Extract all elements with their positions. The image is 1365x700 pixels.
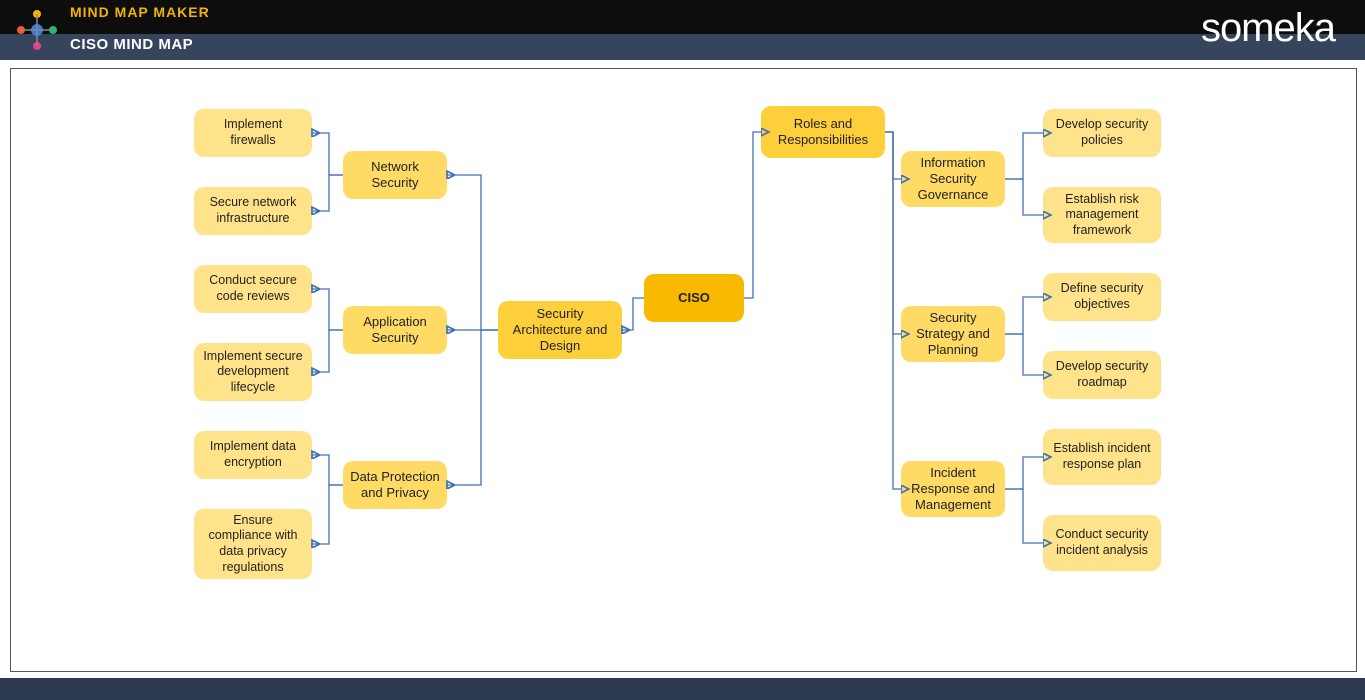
leaf-node[interactable]: Implement firewalls [194, 109, 312, 157]
leaf-node[interactable]: Develop security roadmap [1043, 351, 1161, 399]
leaf-node[interactable]: Conduct secure code reviews [194, 265, 312, 313]
leaf-node[interactable]: Establish incident response plan [1043, 429, 1161, 485]
app-logo-icon [15, 8, 59, 52]
right-sub-node[interactable]: Information Security Governance [901, 151, 1005, 207]
root-node[interactable]: CISO [644, 274, 744, 322]
leaf-node[interactable]: Implement secure development lifecycle [194, 343, 312, 401]
mind-map-canvas: CISO Security Architecture and Design Ro… [10, 68, 1357, 672]
leaf-node[interactable]: Conduct security incident analysis [1043, 515, 1161, 571]
leaf-node[interactable]: Develop security policies [1043, 109, 1161, 157]
header-strip [0, 34, 1365, 60]
leaf-node[interactable]: Ensure compliance with data privacy regu… [194, 509, 312, 579]
left-sub-node[interactable]: Network Security [343, 151, 447, 199]
leaf-node[interactable]: Implement data encryption [194, 431, 312, 479]
right-sub-node[interactable]: Incident Response and Management [901, 461, 1005, 517]
right-category-node[interactable]: Roles and Responsibilities [761, 106, 885, 158]
left-sub-node[interactable]: Application Security [343, 306, 447, 354]
leaf-node[interactable]: Secure network infrastructure [194, 187, 312, 235]
left-sub-node[interactable]: Data Protection and Privacy [343, 461, 447, 509]
leaf-node[interactable]: Establish risk management framework [1043, 187, 1161, 243]
header: MIND MAP MAKER CISO MIND MAP someka [0, 0, 1365, 60]
footer-bar [0, 678, 1365, 700]
brand-logo: someka [1201, 6, 1335, 51]
leaf-node[interactable]: Define security objectives [1043, 273, 1161, 321]
right-sub-node[interactable]: Security Strategy and Planning [901, 306, 1005, 362]
page-title: CISO MIND MAP [70, 36, 193, 53]
left-category-node[interactable]: Security Architecture and Design [498, 301, 622, 359]
app-name: MIND MAP MAKER [70, 4, 210, 20]
